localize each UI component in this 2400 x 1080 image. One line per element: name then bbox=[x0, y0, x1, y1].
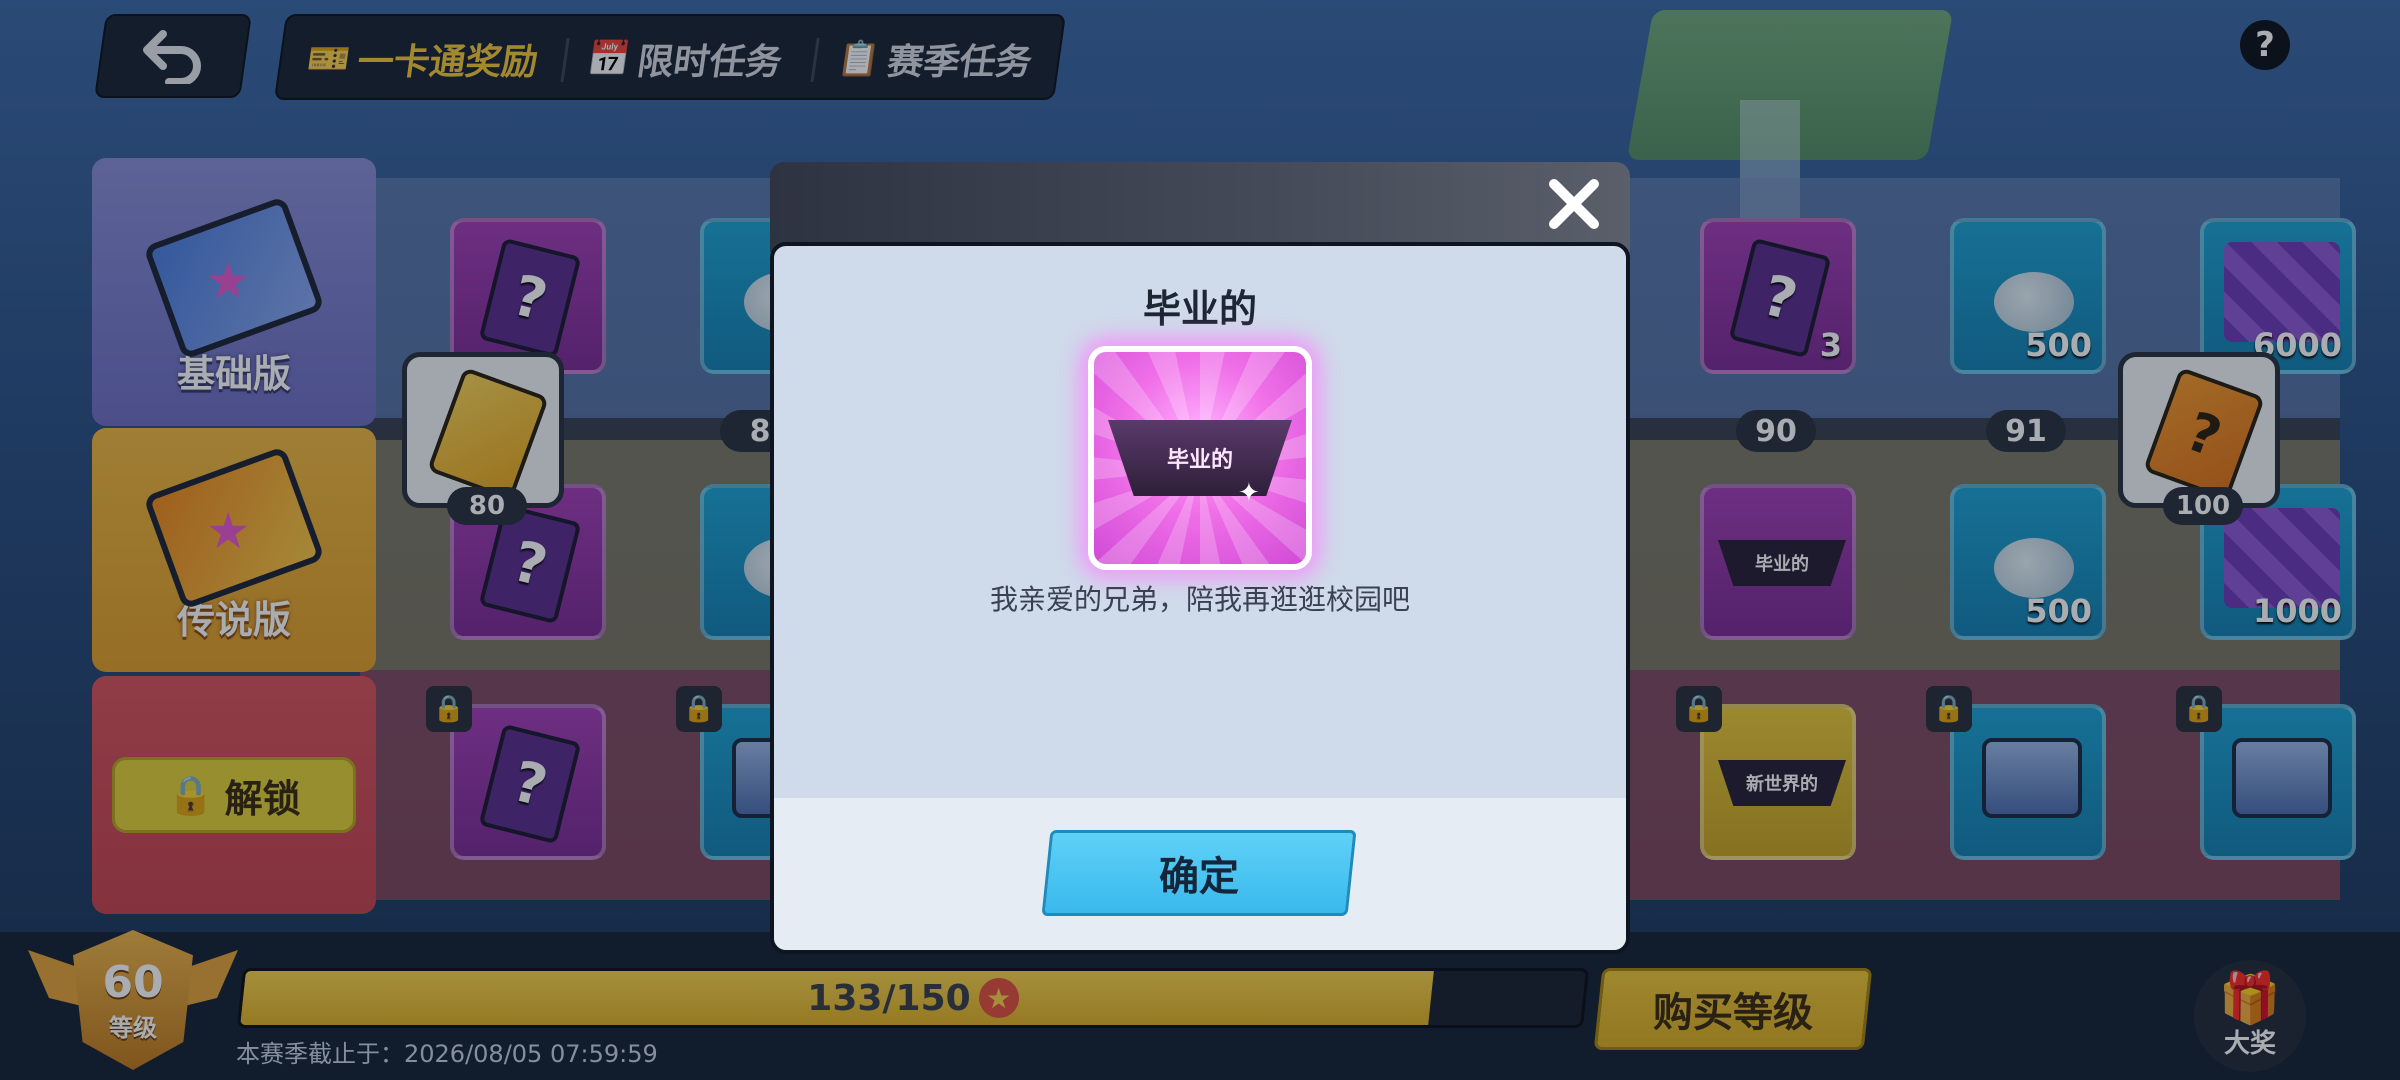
title-plate: 毕业的 bbox=[1108, 420, 1292, 496]
confirm-label: 确定 bbox=[1159, 854, 1239, 900]
modal-header bbox=[770, 162, 1630, 252]
confirm-button[interactable]: 确定 bbox=[1041, 830, 1357, 916]
modal-title: 毕业的 bbox=[1142, 287, 1257, 331]
reward-preview: 毕业的 ✦ bbox=[1088, 346, 1312, 570]
reward-description: 我亲爱的兄弟，陪我再逛逛校园吧 bbox=[989, 583, 1410, 616]
close-icon bbox=[1549, 179, 1599, 229]
sparkle-icon: ✦ bbox=[1238, 478, 1260, 508]
close-button[interactable] bbox=[1542, 172, 1606, 236]
